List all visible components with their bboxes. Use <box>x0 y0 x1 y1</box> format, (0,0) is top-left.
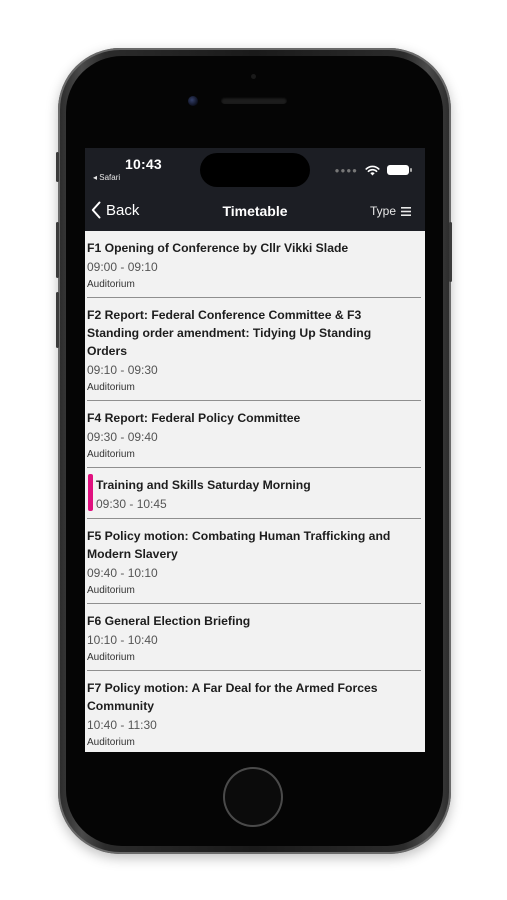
session-item[interactable]: F5 Policy motion: Combating Human Traffi… <box>87 519 421 604</box>
status-bar: 10:43 ◂ Safari ●●●● <box>85 148 425 192</box>
volume-down-button <box>56 292 59 348</box>
session-item[interactable]: F6 General Election Briefing 10:10 - 10:… <box>87 604 421 671</box>
category-color-bar <box>88 474 93 511</box>
session-list: F1 Opening of Conference by Cllr Vikki S… <box>85 231 425 752</box>
session-item[interactable]: F4 Report: Federal Policy Committee 09:3… <box>87 401 421 468</box>
session-time: 09:00 - 09:10 <box>87 260 158 274</box>
dynamic-island <box>200 153 310 187</box>
proximity-sensor <box>251 74 256 79</box>
menu-icon <box>401 206 411 216</box>
nav-bar: Back Timetable Type <box>85 192 425 231</box>
back-to-safari-link[interactable]: ◂ Safari <box>93 173 120 182</box>
volume-up-button <box>56 222 59 278</box>
app-screen: 10:43 ◂ Safari ●●●● Back Timetable Type <box>85 148 425 752</box>
session-title: F5 Policy motion: Combating Human Traffi… <box>87 529 391 561</box>
battery-icon <box>387 165 412 175</box>
session-time: 10:40 - 11:30 <box>87 718 157 732</box>
power-button <box>449 222 452 282</box>
session-title: F1 Opening of Conference by Cllr Vikki S… <box>87 241 349 255</box>
session-room: Auditorium <box>87 652 135 663</box>
session-room: Auditorium <box>87 737 135 748</box>
session-time: 09:10 - 09:30 <box>87 363 158 377</box>
session-title: F6 General Election Briefing <box>87 614 251 628</box>
session-room: Auditorium <box>87 585 135 596</box>
cellular-dots-icon: ●●●● <box>334 165 358 175</box>
status-time: 10:43 <box>125 156 162 172</box>
type-filter-label: Type <box>369 204 396 218</box>
session-title: F4 Report: Federal Policy Committee <box>87 411 301 425</box>
session-time: 09:30 - 09:40 <box>87 430 158 444</box>
wifi-icon <box>365 165 380 175</box>
session-title: F7 Policy motion: A Far Deal for the Arm… <box>87 681 378 713</box>
session-item[interactable]: F1 Opening of Conference by Cllr Vikki S… <box>87 231 421 298</box>
session-time: 09:40 - 10:10 <box>87 566 158 580</box>
session-time: 10:10 - 10:40 <box>87 633 158 647</box>
status-icons: ●●●● <box>334 164 412 176</box>
session-item-training[interactable]: Training and Skills Saturday Morning 09:… <box>87 468 421 519</box>
session-item[interactable]: F7 Policy motion: A Far Deal for the Arm… <box>87 671 421 752</box>
session-room: Auditorium <box>87 449 135 460</box>
session-title: Training and Skills Saturday Morning <box>96 478 311 492</box>
session-item[interactable]: F2 Report: Federal Conference Committee … <box>87 298 421 401</box>
session-title: F2 Report: Federal Conference Committee … <box>87 308 372 358</box>
session-room: Auditorium <box>87 279 135 290</box>
session-time: 09:30 - 10:45 <box>96 497 167 511</box>
mute-switch <box>56 152 59 182</box>
front-camera <box>188 96 198 106</box>
home-button[interactable] <box>223 767 283 827</box>
earpiece-speaker <box>221 97 287 104</box>
type-filter-button[interactable]: Type <box>370 204 411 218</box>
session-room: Auditorium <box>87 382 135 393</box>
